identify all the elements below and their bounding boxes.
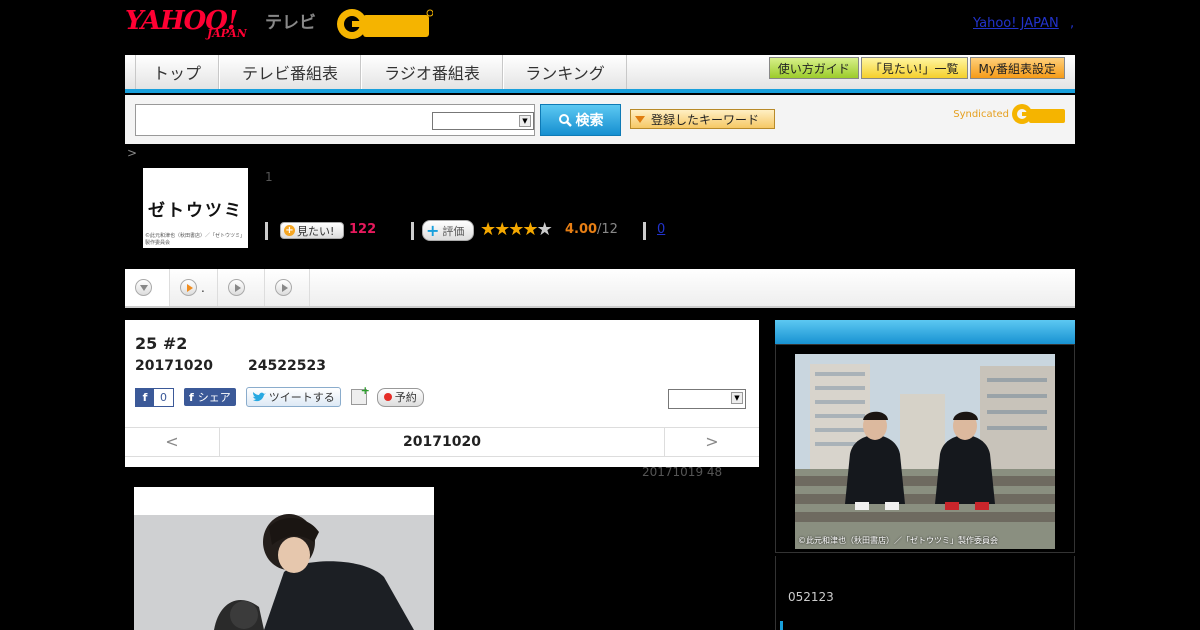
gguide-logo-icon[interactable]	[335, 7, 433, 41]
subtab-3[interactable]	[265, 269, 310, 306]
comment-count-link[interactable]: 0	[657, 222, 665, 237]
breadcrumb: >	[127, 146, 138, 160]
thumbnail-title: ゼトウツミ	[148, 201, 243, 221]
subtab-2[interactable]	[218, 269, 265, 306]
date-pager: < 20171020 >	[125, 427, 759, 457]
episode-panel: 25 #2 20171020 24522523 f 0 f シェア ツイートする…	[125, 320, 759, 467]
nav-tab-top[interactable]: トップ	[135, 55, 219, 89]
facebook-like-count: 0	[154, 388, 173, 406]
nav-tabs: トップ テレビ番組表 ラジオ番組表 ランキング	[135, 55, 627, 89]
episode-time: 24522523	[248, 358, 326, 374]
header-link-separator: ,	[1070, 16, 1075, 31]
search-button-label: 検索	[575, 113, 604, 129]
plus-icon: +	[284, 225, 295, 236]
guide-button[interactable]: 使い方ガイド	[768, 57, 859, 79]
episode-date: 20171020	[135, 358, 213, 374]
episode-photo	[134, 487, 434, 630]
tweet-button[interactable]: ツイートする	[245, 387, 341, 407]
subtab-1[interactable]: .	[170, 269, 218, 306]
side-photo: ©此元和津也（秋田書店）／「ゼトウツミ」製作委員会	[795, 354, 1055, 549]
registered-keyword-label: 登録したキーワード	[651, 112, 760, 127]
yahoo-logo-japan: JAPAN	[207, 27, 247, 40]
play-icon	[275, 279, 292, 296]
side-header	[775, 320, 1075, 344]
star-icon: ★	[480, 219, 496, 240]
play-icon	[228, 279, 245, 296]
mitai-button[interactable]: + 見たい!	[280, 222, 344, 239]
facebook-icon: f	[136, 388, 154, 406]
pager-prev-button[interactable]: <	[125, 428, 220, 456]
divider	[411, 222, 414, 240]
facebook-share-label: シェア	[197, 391, 231, 404]
divider	[265, 222, 268, 240]
tweet-label: ツイートする	[268, 391, 335, 404]
reserve-button[interactable]: 予約	[376, 387, 424, 407]
divider	[643, 222, 646, 240]
share-row: f 0 f シェア ツイートする 予約	[135, 384, 424, 407]
main-nav: トップ テレビ番組表 ラジオ番組表 ランキング 使い方ガイド 「見たい!」一覧 …	[125, 55, 1075, 93]
pager-date: 20171020	[403, 434, 481, 450]
syndicated-badge: Syndicated	[953, 103, 1067, 125]
side-photo-caption: ©此元和津也（秋田書店）／「ゼトウツミ」製作委員会	[798, 536, 998, 545]
facebook-share-button[interactable]: f シェア	[184, 388, 236, 406]
mitai-list-button[interactable]: 「見たい!」一覧	[860, 57, 968, 79]
search-area: ▼ 検索 登録したキーワード Syndicated	[125, 95, 1075, 144]
side-accent-bar	[780, 621, 783, 630]
my-schedule-button[interactable]: My番組表設定	[969, 57, 1065, 79]
updated-timestamp: 20171019 48	[642, 465, 723, 479]
site-header: YAHOO! JAPAN テレビ Yahoo! JAPAN ,	[125, 0, 1075, 52]
program-subtabs: .	[125, 269, 1075, 308]
nav-tab-tv-schedule[interactable]: テレビ番組表	[219, 55, 361, 89]
nav-tab-radio-schedule[interactable]: ラジオ番組表	[361, 55, 503, 89]
twitter-bird-icon	[252, 391, 266, 401]
syndicated-label: Syndicated	[953, 108, 1009, 120]
star-icon: ★	[494, 219, 510, 240]
subtab-0[interactable]	[125, 269, 170, 306]
chevron-down-icon	[135, 279, 152, 296]
add-calendar-icon[interactable]	[350, 384, 370, 405]
rating-stars: ★★★★★	[480, 219, 553, 240]
pager-next-button[interactable]: >	[664, 428, 759, 456]
rating-value: 4.00	[565, 222, 598, 237]
search-icon	[558, 114, 572, 127]
plus-icon: +	[426, 221, 440, 240]
mitai-label: 見たい!	[297, 224, 335, 238]
play-icon	[180, 279, 197, 296]
side-text: 052123	[788, 590, 834, 604]
star-icon: ★	[508, 219, 524, 240]
episode-count: 1	[265, 170, 273, 184]
rate-button[interactable]: + 評価	[422, 220, 474, 241]
nav-utility-buttons: 使い方ガイド 「見たい!」一覧 My番組表設定	[768, 57, 1065, 79]
facebook-like-button[interactable]: f 0	[135, 387, 174, 407]
rating-count: /12	[597, 222, 618, 237]
program-thumbnail[interactable]: ゼトウツミ ©此元和津也（秋田書店）／「ゼトウツミ」製作委員会	[143, 168, 248, 248]
dropdown-arrow-icon	[635, 115, 645, 123]
star-empty-icon: ★	[536, 219, 553, 240]
subtab-label: .	[201, 280, 205, 295]
search-button[interactable]: 検索	[540, 104, 621, 136]
page: YAHOO! JAPAN テレビ Yahoo! JAPAN , トップ テレビ番…	[0, 0, 1200, 630]
registered-keyword-button[interactable]: 登録したキーワード	[630, 109, 775, 129]
chevron-down-icon: ▼	[519, 115, 531, 127]
facebook-icon: f	[189, 390, 194, 404]
yahoo-japan-link[interactable]: Yahoo! JAPAN	[973, 16, 1059, 31]
nav-tab-ranking[interactable]: ランキング	[503, 55, 627, 89]
gguide-small-logo-icon	[1012, 104, 1065, 124]
record-icon	[383, 393, 392, 401]
episode-title: 25 #2	[135, 334, 188, 353]
mitai-count: 122	[349, 222, 377, 237]
chevron-down-icon: ▼	[731, 392, 743, 404]
thumbnail-copyright: ©此元和津也（秋田書店）／「ゼトウツミ」製作委員会	[145, 233, 246, 246]
star-icon: ★	[522, 219, 538, 240]
search-category-select[interactable]: ▼	[432, 112, 534, 130]
reserve-label: 予約	[394, 391, 417, 404]
episode-select[interactable]: ▼	[668, 389, 746, 409]
rate-label: 評価	[442, 224, 465, 238]
tv-logo: テレビ	[265, 13, 316, 33]
